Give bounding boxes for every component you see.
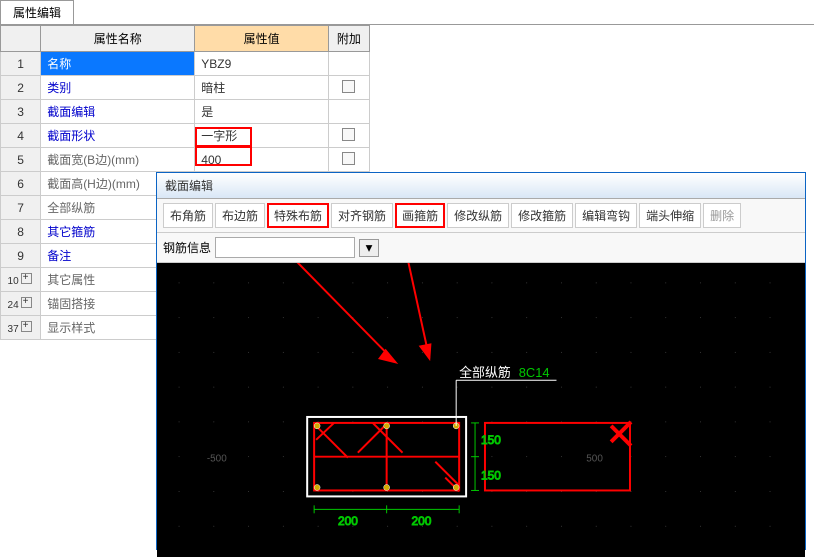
tool-删除: 删除 [703,203,741,228]
prop-value-cell[interactable]: 400 [195,148,329,172]
rebar-info-bar: 钢筋信息 ▾ [157,233,805,263]
row-number: 24 [1,292,41,316]
row-number: 3 [1,100,41,124]
table-row[interactable]: 4截面形状一字形 [1,124,370,148]
col-value: 属性值 [195,26,329,52]
table-row[interactable]: 2类别暗柱 [1,76,370,100]
prop-extra-cell[interactable] [328,124,369,148]
prop-extra-cell[interactable] [328,100,369,124]
col-extra: 附加 [328,26,369,52]
table-row[interactable]: 5截面宽(B边)(mm)400 [1,148,370,172]
cad-canvas[interactable]: 150 150 200 200 全部纵筋 8C14 -500 500 [157,263,805,557]
tool-画箍筋[interactable]: 画箍筋 [395,203,445,228]
row-number: 37 [1,316,41,340]
checkbox-icon[interactable] [342,152,355,165]
prop-name-cell[interactable]: 类别 [41,76,195,100]
axis-neg500: -500 [207,454,227,465]
prop-name-cell[interactable]: 截面编辑 [41,100,195,124]
stirrup-right [485,423,630,491]
row-number: 6 [1,172,41,196]
section-editor-panel: 截面编辑 布角筋布边筋特殊布筋对齐钢筋画箍筋修改纵筋修改箍筋编辑弯钩端头伸缩删除… [156,172,806,550]
prop-extra-cell[interactable] [328,76,369,100]
prop-extra-cell[interactable] [328,148,369,172]
section-editor-title: 截面编辑 [157,173,805,199]
tool-端头伸缩[interactable]: 端头伸缩 [639,203,701,228]
rebar-info-input[interactable] [215,237,355,258]
prop-value-cell[interactable]: 暗柱 [195,76,329,100]
row-number: 5 [1,148,41,172]
prop-value-cell[interactable]: 是 [195,100,329,124]
tool-特殊布筋[interactable]: 特殊布筋 [267,203,329,228]
hook-r2 [611,422,631,442]
expand-icon[interactable] [21,273,32,284]
row-number: 10 [1,268,41,292]
hook-tl2 [316,426,348,458]
prop-value-cell[interactable]: YBZ9 [195,52,329,76]
prop-extra-cell[interactable] [328,52,369,76]
row-number: 4 [1,124,41,148]
tool-布边筋[interactable]: 布边筋 [215,203,265,228]
dim-150-bot: 150 [481,469,501,483]
checkbox-icon[interactable] [342,80,355,93]
table-row[interactable]: 1名称YBZ9 [1,52,370,76]
row-number: 9 [1,244,41,268]
tab-property-edit[interactable]: 属性编辑 [0,0,74,24]
dim-200-right: 200 [411,514,431,528]
prop-name-cell[interactable]: 截面宽(B边)(mm) [41,148,195,172]
table-row[interactable]: 3截面编辑是 [1,100,370,124]
rebar-label-value: 8C14 [519,365,550,380]
tool-修改纵筋[interactable]: 修改纵筋 [447,203,509,228]
axis-500: 500 [586,454,603,465]
row-number: 7 [1,196,41,220]
hook-r1 [611,426,631,446]
prop-name-cell[interactable]: 名称 [41,52,195,76]
expand-icon[interactable] [21,297,32,308]
rebar-label-text: 全部纵筋 [459,365,511,380]
rebar-dropdown-button[interactable]: ▾ [359,239,379,257]
editor-toolbar: 布角筋布边筋特殊布筋对齐钢筋画箍筋修改纵筋修改箍筋编辑弯钩端头伸缩删除 [157,199,805,233]
dim-150-top: 150 [481,433,501,447]
tool-布角筋[interactable]: 布角筋 [163,203,213,228]
rebar-info-label: 钢筋信息 [163,239,211,256]
col-name: 属性名称 [41,26,195,52]
tool-对齐钢筋[interactable]: 对齐钢筋 [331,203,393,228]
expand-icon[interactable] [21,321,32,332]
row-number: 1 [1,52,41,76]
row-number: 2 [1,76,41,100]
hook-mid2 [358,423,388,453]
hook-br2 [435,462,459,486]
checkbox-icon[interactable] [342,128,355,141]
prop-value-cell[interactable]: 一字形 [195,124,329,148]
dim-200-left: 200 [338,514,358,528]
tool-修改箍筋[interactable]: 修改箍筋 [511,203,573,228]
tool-编辑弯钩[interactable]: 编辑弯钩 [575,203,637,228]
prop-name-cell[interactable]: 截面形状 [41,124,195,148]
col-rownum [1,26,41,52]
row-number: 8 [1,220,41,244]
